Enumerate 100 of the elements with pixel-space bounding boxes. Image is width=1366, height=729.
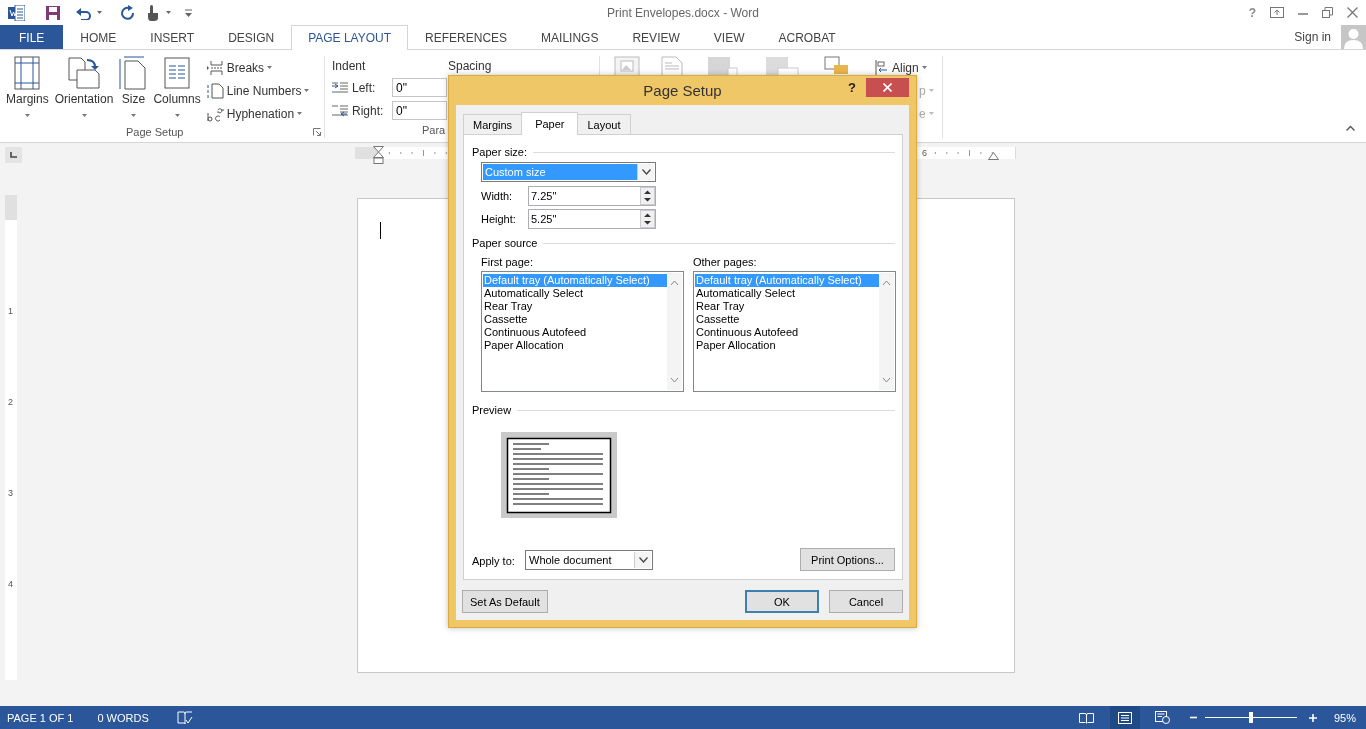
zoom-in-icon[interactable] bbox=[1308, 713, 1317, 722]
list-item[interactable]: Paper Allocation bbox=[483, 339, 667, 352]
slider-thumb[interactable] bbox=[1248, 712, 1253, 723]
field-label: Width: bbox=[481, 190, 514, 202]
apply-to-dropdown[interactable]: Whole document bbox=[525, 549, 653, 570]
ribbon-button[interactable]: Hyphenation bbox=[205, 102, 310, 125]
group-label: Page Setup bbox=[126, 125, 184, 138]
dialog-tab[interactable]: Margins bbox=[463, 114, 523, 134]
list-item[interactable]: Automatically Select bbox=[483, 287, 667, 300]
collapse-ribbon-icon[interactable] bbox=[1346, 125, 1355, 131]
caret-icon bbox=[130, 114, 136, 117]
page-lines-icon bbox=[1117, 711, 1132, 724]
dialog-button[interactable]: Set As Default bbox=[462, 590, 548, 613]
sign-in-link[interactable]: Sign in bbox=[1294, 25, 1341, 49]
redo-icon bbox=[120, 4, 136, 21]
paper-tray-list[interactable]: Default tray (Automatically Select) Automatically Select Rear Tray Cassette Continuous Autofeed Paper Allocation bbox=[693, 271, 896, 392]
ribbon-button[interactable]: Columns bbox=[150, 56, 204, 125]
tab-selector[interactable] bbox=[5, 147, 22, 163]
caret-icon bbox=[928, 89, 934, 92]
ribbon-button[interactable]: Breaks bbox=[205, 56, 310, 79]
word-count[interactable]: 0 WORDS bbox=[97, 711, 149, 724]
ribbon-button[interactable]: Align bbox=[875, 56, 934, 79]
dimension-spinbox[interactable]: 5.25" bbox=[528, 209, 656, 229]
ruler-number: 1 bbox=[8, 305, 13, 317]
list-item[interactable]: Paper Allocation bbox=[695, 339, 879, 352]
ribbon-button[interactable]: Margins bbox=[3, 56, 52, 125]
ruler-number: 2 bbox=[8, 396, 13, 408]
size-icon bbox=[119, 56, 148, 90]
list-item[interactable]: Rear Tray bbox=[695, 300, 879, 313]
scrollbar[interactable] bbox=[879, 273, 894, 390]
dialog-title: Page Setup bbox=[643, 82, 722, 99]
caret-icon bbox=[304, 89, 310, 92]
list-item[interactable]: Automatically Select bbox=[695, 287, 879, 300]
field-label: Right: bbox=[352, 103, 385, 118]
ribbon-tab[interactable]: PAGE LAYOUT bbox=[291, 25, 409, 50]
indent-field[interactable]: 0" bbox=[392, 78, 447, 97]
section-heading: Paper source bbox=[472, 237, 538, 249]
caret-icon bbox=[97, 11, 102, 14]
open-book-icon bbox=[1079, 711, 1095, 724]
dialog-launcher-icon[interactable] bbox=[313, 127, 321, 136]
window-title: Print Envelopes.docx - Word bbox=[606, 5, 760, 20]
caret-icon bbox=[267, 66, 273, 69]
vertical-ruler[interactable]: 1 2 3 4 bbox=[5, 195, 17, 680]
text-cursor bbox=[380, 222, 381, 239]
list-item[interactable]: Rear Tray bbox=[483, 300, 667, 313]
list-item[interactable]: Continuous Autofeed bbox=[483, 326, 667, 339]
indent-marker-icon[interactable] bbox=[373, 146, 384, 164]
caret-icon bbox=[174, 114, 180, 117]
list-label: First page: bbox=[481, 256, 534, 268]
caret-icon bbox=[921, 66, 927, 69]
dialog-tab[interactable]: Paper bbox=[521, 112, 579, 135]
chevron-down-icon bbox=[641, 169, 651, 175]
line-numbers-icon bbox=[205, 82, 224, 99]
right-indent-marker-icon[interactable] bbox=[988, 152, 999, 160]
proofing-icon[interactable] bbox=[176, 710, 193, 725]
orientation-icon bbox=[67, 56, 102, 90]
scrollbar[interactable] bbox=[667, 273, 682, 390]
list-item[interactable]: Cassette bbox=[695, 313, 879, 326]
spinner-icon bbox=[640, 187, 655, 205]
ribbon-tab[interactable]: FILE bbox=[0, 25, 64, 49]
paper-tray-list[interactable]: Default tray (Automatically Select) Automatically Select Rear Tray Cassette Continuous Autofeed Paper Allocation bbox=[481, 271, 684, 392]
indent-right-icon bbox=[332, 104, 348, 117]
close-icon bbox=[883, 83, 892, 92]
dialog-tab[interactable]: Layout bbox=[577, 114, 631, 134]
dialog-button[interactable]: OK bbox=[745, 590, 819, 613]
close-button[interactable] bbox=[866, 78, 909, 97]
picture-position-icon bbox=[614, 56, 640, 78]
help-button[interactable]: ? bbox=[1248, 5, 1256, 20]
left-tab-icon bbox=[10, 152, 17, 158]
list-item[interactable]: Continuous Autofeed bbox=[695, 326, 879, 339]
field-label: Height: bbox=[481, 213, 517, 225]
print-options-button[interactable]: Print Options... bbox=[800, 548, 895, 571]
chevron-down-icon bbox=[638, 556, 648, 563]
columns-icon bbox=[163, 56, 192, 90]
ruler-number: 6 bbox=[922, 147, 927, 159]
view-button[interactable] bbox=[1109, 706, 1140, 729]
ribbon-button[interactable]: Line Numbers bbox=[205, 79, 310, 102]
page-count[interactable]: PAGE 1 OF 1 bbox=[7, 711, 74, 724]
ribbon-button[interactable]: Orientation bbox=[51, 56, 117, 125]
ruler-number: 3 bbox=[8, 487, 13, 499]
indent-field[interactable]: 0" bbox=[392, 101, 447, 120]
word-logo-icon bbox=[8, 4, 25, 21]
section-heading: Preview bbox=[472, 404, 512, 416]
close-icon[interactable] bbox=[1347, 7, 1358, 18]
section-heading: Paper size: bbox=[472, 146, 528, 158]
undo-icon bbox=[75, 5, 91, 20]
customize-icon bbox=[185, 8, 192, 17]
save-icon bbox=[45, 4, 61, 21]
restore-icon[interactable] bbox=[1322, 7, 1333, 18]
align-icon bbox=[875, 59, 889, 76]
zoom-level[interactable]: 95% bbox=[1333, 711, 1356, 724]
zoom-out-icon[interactable] bbox=[1189, 714, 1197, 721]
ribbon-button[interactable]: Size bbox=[116, 56, 151, 125]
breaks-icon bbox=[205, 59, 224, 76]
list-item[interactable]: Cassette bbox=[483, 313, 667, 326]
dimension-spinbox[interactable]: 7.25" bbox=[528, 186, 656, 206]
section-heading: Indent bbox=[332, 58, 367, 75]
ribbon-display-icon[interactable] bbox=[1270, 7, 1284, 18]
dialog-button[interactable]: Cancel bbox=[829, 590, 903, 613]
help-button[interactable]: ? bbox=[848, 80, 856, 95]
